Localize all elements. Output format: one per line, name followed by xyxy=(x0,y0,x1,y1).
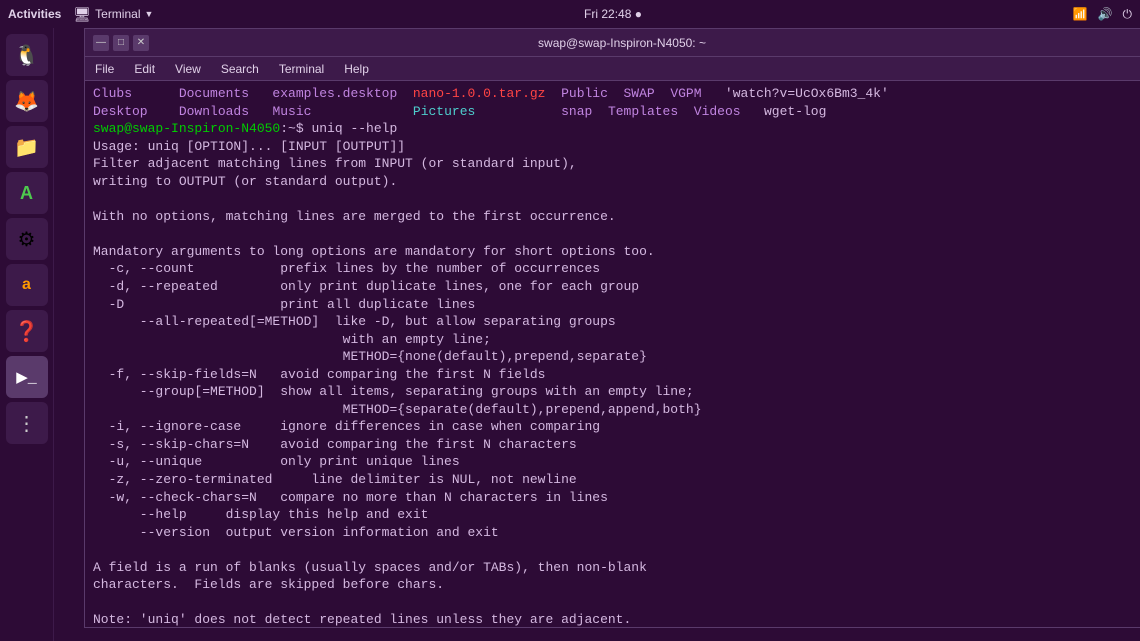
help-icon[interactable]: ❓ xyxy=(6,310,48,352)
output-line-26: characters. Fields are skipped before ch… xyxy=(93,576,1140,594)
system-bar: Activities 🖥 Terminal ▼ Fri 22:48 ● 📶 🔊 … xyxy=(0,0,1140,28)
window-title: swap@swap-Inspiron-N4050: ~ xyxy=(149,36,1095,50)
menu-help[interactable]: Help xyxy=(338,60,375,78)
output-line-5: With no options, matching lines are merg… xyxy=(93,208,1140,226)
output-line-10: -D print all duplicate lines xyxy=(93,296,1140,314)
output-line-8: -c, --count prefix lines by the number o… xyxy=(93,260,1140,278)
output-line-7: Mandatory arguments to long options are … xyxy=(93,243,1140,261)
libreoffice-icon[interactable]: A xyxy=(6,172,48,214)
close-button[interactable]: ✕ xyxy=(133,35,149,51)
output-line-23: --version output version information and… xyxy=(93,524,1140,542)
firefox-icon[interactable]: 🦊 xyxy=(6,80,48,122)
wifi-icon[interactable]: 📶 xyxy=(1073,7,1088,21)
clock: Fri 22:48 ● xyxy=(584,7,642,21)
file-listing-row2: Desktop Downloads Music Pictures snap Te… xyxy=(93,103,1140,121)
audio-icon[interactable]: 🔊 xyxy=(1098,7,1113,21)
menu-bar: File Edit View Search Terminal Help xyxy=(85,57,1140,81)
terminal-content[interactable]: Clubs Documents examples.desktop nano-1.… xyxy=(85,81,1140,627)
output-line-6 xyxy=(93,225,1140,243)
menu-file[interactable]: File xyxy=(89,60,120,78)
output-line-9: -d, --repeated only print duplicate line… xyxy=(93,278,1140,296)
output-line-4 xyxy=(93,190,1140,208)
system-bar-right: 📶 🔊 ⏻ xyxy=(1073,7,1132,22)
apps-icon[interactable]: ⋮ xyxy=(6,402,48,444)
output-line-3: writing to OUTPUT (or standard output). xyxy=(93,173,1140,191)
output-line-11: --all-repeated[=METHOD] like -D, but all… xyxy=(93,313,1140,331)
menu-edit[interactable]: Edit xyxy=(128,60,161,78)
output-line-18: -s, --skip-chars=N avoid comparing the f… xyxy=(93,436,1140,454)
output-line-21: -w, --check-chars=N compare no more than… xyxy=(93,489,1140,507)
system-bar-left: Activities 🖥 Terminal ▼ xyxy=(8,6,153,23)
settings-icon[interactable]: ⚙ xyxy=(6,218,48,260)
menu-terminal[interactable]: Terminal xyxy=(273,60,330,78)
power-icon[interactable]: ⏻ xyxy=(1122,7,1132,22)
files-icon[interactable]: 📁 xyxy=(6,126,48,168)
title-bar: — □ ✕ swap@swap-Inspiron-N4050: ~ xyxy=(85,29,1140,57)
output-line-16: METHOD={separate(default),prepend,append… xyxy=(93,401,1140,419)
terminal-app-label[interactable]: 🖥 Terminal ▼ xyxy=(73,6,153,23)
output-line-28: Note: 'uniq' does not detect repeated li… xyxy=(93,611,1140,627)
amazon-icon[interactable]: a xyxy=(6,264,48,306)
output-line-13: METHOD={none(default),prepend,separate} xyxy=(93,348,1140,366)
command-line: swap@swap-Inspiron-N4050:~$ uniq --help xyxy=(93,120,1140,138)
terminal-window: — □ ✕ swap@swap-Inspiron-N4050: ~ File E… xyxy=(84,28,1140,628)
maximize-button[interactable]: □ xyxy=(113,35,129,51)
minimize-button[interactable]: — xyxy=(93,35,109,51)
output-line-24 xyxy=(93,541,1140,559)
output-line-20: -z, --zero-terminated line delimiter is … xyxy=(93,471,1140,489)
output-line-12: with an empty line; xyxy=(93,331,1140,349)
output-line-14: -f, --skip-fields=N avoid comparing the … xyxy=(93,366,1140,384)
output-line-17: -i, --ignore-case ignore differences in … xyxy=(93,418,1140,436)
file-listing-row1: Clubs Documents examples.desktop nano-1.… xyxy=(93,85,1140,103)
output-line-2: Filter adjacent matching lines from INPU… xyxy=(93,155,1140,173)
activities-label[interactable]: Activities xyxy=(8,7,61,21)
output-line-19: -u, --unique only print unique lines xyxy=(93,453,1140,471)
menu-search[interactable]: Search xyxy=(215,60,265,78)
output-line-25: A field is a run of blanks (usually spac… xyxy=(93,559,1140,577)
title-bar-controls[interactable]: — □ ✕ xyxy=(93,35,149,51)
ubuntu-icon[interactable]: 🐧 xyxy=(6,34,48,76)
output-line-27 xyxy=(93,594,1140,612)
output-line-15: --group[=METHOD] show all items, separat… xyxy=(93,383,1140,401)
output-line-22: --help display this help and exit xyxy=(93,506,1140,524)
sidebar: 🐧 🦊 📁 A ⚙ a ❓ ▶_ ⋮ xyxy=(0,28,54,641)
output-line-1: Usage: uniq [OPTION]... [INPUT [OUTPUT]] xyxy=(93,138,1140,156)
menu-view[interactable]: View xyxy=(169,60,207,78)
terminal-icon[interactable]: ▶_ xyxy=(6,356,48,398)
